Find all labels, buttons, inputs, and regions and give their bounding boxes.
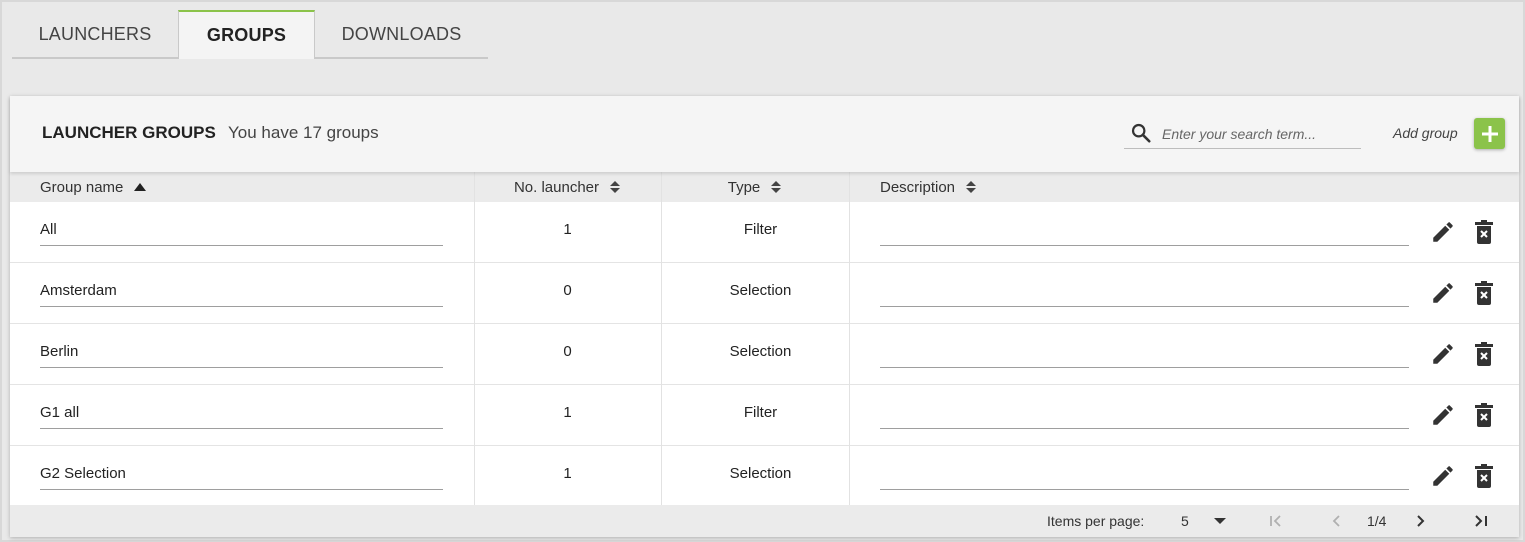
last-page-icon[interactable] (1472, 512, 1490, 530)
tab-downloads[interactable]: DOWNLOADS (315, 10, 488, 59)
column-divider (474, 172, 475, 505)
plus-icon (1481, 125, 1498, 142)
launcher-count: 0 (563, 343, 572, 360)
table-row: G2 Selection 1 Selection (10, 446, 1519, 507)
trash-x-icon[interactable] (1473, 341, 1495, 367)
column-label: Description (880, 178, 956, 196)
sort-both-icon (966, 181, 977, 193)
pencil-icon[interactable] (1430, 341, 1456, 367)
search-input[interactable] (1162, 123, 1357, 145)
items-per-page-select[interactable]: 5 (1181, 513, 1189, 529)
column-header-no-launcher[interactable]: No. launcher (474, 172, 661, 202)
first-page-icon[interactable] (1267, 512, 1285, 530)
launcher-groups-panel: LAUNCHER GROUPS You have 17 groups Add g… (10, 96, 1519, 537)
description-field[interactable] (880, 338, 1409, 368)
group-name-field[interactable]: All (40, 216, 443, 246)
page-indicator: 1/4 (1367, 513, 1387, 529)
description-field[interactable] (880, 399, 1409, 429)
sort-both-icon (771, 181, 782, 193)
table-row: G1 all 1 Filter (10, 385, 1519, 446)
table-row: All 1 Filter (10, 202, 1519, 263)
group-type: Selection (729, 343, 792, 360)
group-type: Selection (729, 282, 792, 299)
panel-header: LAUNCHER GROUPS You have 17 groups Add g… (10, 96, 1519, 172)
table-row: Amsterdam 0 Selection (10, 263, 1519, 324)
trash-x-icon[interactable] (1473, 402, 1495, 428)
column-label: No. launcher (513, 178, 600, 196)
group-name-field[interactable]: Berlin (40, 338, 443, 368)
pencil-icon[interactable] (1430, 402, 1456, 428)
table-footer: Items per page: 5 1/4 (10, 505, 1519, 537)
group-name-field[interactable]: G2 Selection (40, 460, 443, 490)
search-icon (1131, 123, 1151, 143)
column-divider (661, 172, 662, 505)
tab-groups[interactable]: GROUPS (178, 10, 315, 59)
chevron-right-icon[interactable] (1412, 512, 1430, 530)
group-name-field[interactable]: Amsterdam (40, 277, 443, 307)
group-type: Filter (743, 221, 778, 238)
description-field[interactable] (880, 277, 1409, 307)
column-label: Type (727, 178, 761, 196)
items-per-page-label: Items per page: (1047, 513, 1145, 529)
add-group-label[interactable]: Add group (1393, 125, 1458, 141)
launcher-count: 1 (563, 221, 572, 238)
pencil-icon[interactable] (1430, 280, 1456, 306)
description-field[interactable] (880, 216, 1409, 246)
group-type: Selection (729, 465, 792, 482)
group-name-field[interactable]: G1 all (40, 399, 443, 429)
caret-down-icon[interactable] (1213, 517, 1227, 525)
column-label: Group name (40, 178, 124, 196)
column-header-type[interactable]: Type (661, 172, 849, 202)
app-frame: LAUNCHERS GROUPS DOWNLOADS LAUNCHER GROU… (0, 0, 1525, 542)
table-row: Berlin 0 Selection (10, 324, 1519, 385)
column-divider (849, 172, 850, 505)
pencil-icon[interactable] (1430, 463, 1456, 489)
sort-asc-icon (134, 183, 147, 191)
chevron-left-icon[interactable] (1328, 512, 1346, 530)
launcher-count: 1 (563, 465, 572, 482)
group-type: Filter (743, 404, 778, 421)
launcher-count: 1 (563, 404, 572, 421)
add-group-button[interactable] (1474, 118, 1505, 149)
launcher-count: 0 (563, 282, 572, 299)
trash-x-icon[interactable] (1473, 463, 1495, 489)
table-header: Group name No. launcher Type Description (10, 172, 1519, 202)
tab-launchers[interactable]: LAUNCHERS (12, 10, 178, 59)
pencil-icon[interactable] (1430, 219, 1456, 245)
sort-both-icon (610, 181, 621, 193)
page-title: LAUNCHER GROUPS (42, 123, 216, 142)
trash-x-icon[interactable] (1473, 219, 1495, 245)
trash-x-icon[interactable] (1473, 280, 1495, 306)
tab-bar: LAUNCHERS GROUPS DOWNLOADS (12, 10, 488, 59)
search-box (1124, 118, 1361, 149)
column-header-group-name[interactable]: Group name (40, 172, 147, 202)
description-field[interactable] (880, 460, 1409, 490)
group-count: You have 17 groups (228, 123, 379, 142)
column-header-description[interactable]: Description (880, 172, 977, 202)
